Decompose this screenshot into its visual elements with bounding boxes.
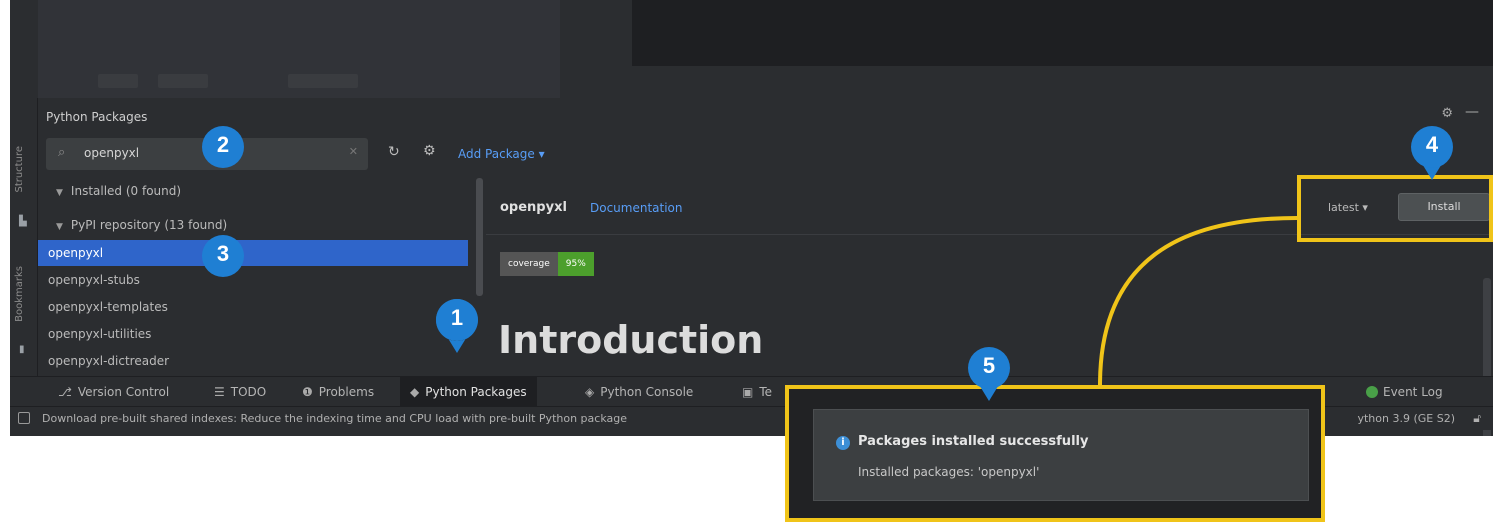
marker-number: 4 [1425,132,1439,157]
editor-area [632,0,1493,66]
callout-marker-1: 1 [434,297,480,353]
left-tool-strip: Structure ▙ Bookmarks ▮ [10,98,38,376]
search-icon: ⌕ [58,145,66,160]
install-highlight-frame [1297,175,1493,242]
splitter-handle[interactable] [476,178,483,296]
terminal-icon: ▣ [742,385,754,399]
structure-tab[interactable]: Structure [14,146,25,193]
gear-icon[interactable]: ⚙ [1441,106,1453,121]
refresh-icon[interactable]: ↻ [388,144,400,160]
marker-number: 3 [216,241,230,266]
ide-window: Structure ▙ Bookmarks ▮ Python Packages … [10,0,1493,436]
clear-icon[interactable]: ✕ [349,145,358,158]
version-control-tab[interactable]: ⎇ Version Control [48,377,179,407]
tab-label: Event Log [1383,385,1443,399]
coverage-badge: coverage 95% [500,252,594,276]
search-value: openpyxl [84,146,140,160]
callout-marker-5: 5 [966,345,1012,401]
console-icon: ◈ [585,385,595,399]
callout-marker-3: 3 [200,233,246,279]
event-log-icon [1366,386,1378,398]
todo-tab[interactable]: ☰ TODO [204,377,276,407]
repository-label: PyPI repository (13 found) [70,218,228,232]
badge-value: 95% [557,252,594,276]
list-item[interactable]: openpyxl-utilities [38,321,468,347]
list-icon: ☰ [214,385,225,399]
marker-number: 2 [216,132,230,157]
status-message[interactable]: Download pre-built shared indexes: Reduc… [42,412,627,425]
python-packages-tab[interactable]: ◆ Python Packages [400,377,537,407]
package-icon: ◆ [410,385,420,399]
list-item[interactable]: openpyxl-templates [38,294,468,320]
faded-tab [288,74,358,88]
installed-group[interactable]: ▼ Installed (0 found) [38,180,468,202]
bookmarks-tab[interactable]: Bookmarks [14,266,25,322]
status-window-icon[interactable] [18,412,30,424]
caret-down-icon: ▼ [56,188,63,198]
notification-balloon[interactable]: i Packages installed successfully Instal… [813,409,1309,501]
list-item[interactable]: openpyxl-dictreader [38,348,468,374]
marker-number: 1 [450,305,464,330]
branch-icon: ⎇ [58,385,72,399]
faded-tab [158,74,208,88]
notification-title: Packages installed successfully [858,434,1089,449]
info-icon: i [836,436,850,450]
gutter-area [560,0,632,98]
installed-label: Installed (0 found) [70,184,182,198]
caret-down-icon: ▼ [56,222,63,232]
event-log-tab[interactable]: Event Log [1356,377,1453,407]
editor-bottom [632,66,1493,98]
bookmark-icon: ▮ [19,344,25,355]
terminal-tab[interactable]: ▣ Te [732,377,782,407]
badge-label: coverage [500,252,558,276]
documentation-link[interactable]: Documentation [590,201,683,215]
add-package-button[interactable]: Add Package ▾ [458,147,545,161]
tab-label: Version Control [77,385,170,399]
interpreter-status[interactable]: ython 3.9 (GE S2) [1357,412,1455,425]
tab-label: TODO [230,385,267,399]
package-name: openpyxl [500,200,567,215]
problems-tab[interactable]: ❶ Problems [292,377,384,407]
faded-tab [98,74,138,88]
python-console-tab[interactable]: ◈ Python Console [575,377,703,407]
settings-icon[interactable]: ⚙ [423,143,436,159]
tab-label: Problems [318,385,375,399]
readme-heading: Introduction [498,318,764,362]
project-area [38,0,560,98]
minimize-icon[interactable]: — [1465,104,1479,120]
notification-body: Installed packages: 'openpyxl' [858,465,1040,479]
notification-highlight-frame: i Packages installed successfully Instal… [785,385,1325,522]
problems-icon: ❶ [302,385,313,399]
callout-marker-4: 4 [1409,124,1455,180]
tab-label: Python Packages [425,385,527,399]
tab-label: Te [759,385,773,399]
panel-title: Python Packages [46,110,148,124]
structure-icon: ▙ [19,216,27,227]
lock-icon[interactable]: 🔓︎ [1473,411,1481,426]
marker-number: 5 [982,353,996,378]
tab-label: Python Console [600,385,694,399]
callout-marker-2: 2 [200,124,246,170]
